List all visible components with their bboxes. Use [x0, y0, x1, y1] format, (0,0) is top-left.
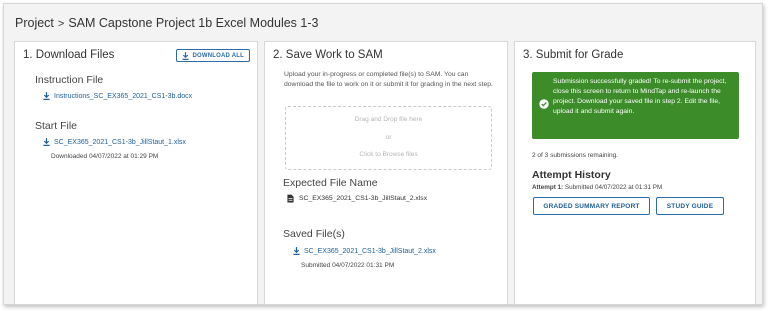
instruction-file-name: Instructions_SC_EX365_2021_CS1-3b.docx [54, 92, 193, 100]
dropzone-browse-text[interactable]: Click to Browse files [286, 151, 491, 158]
expected-file-label: Expected File Name [283, 177, 378, 189]
panel-title: 2. Save Work to SAM [273, 49, 383, 61]
dropzone-drag-text: Drag and Drop file here [354, 116, 423, 123]
submissions-remaining: 2 of 3 submissions remaining. [532, 152, 618, 159]
breadcrumb-current: SAM Capstone Project 1b Excel Modules 1-… [68, 16, 319, 30]
success-message: Submission successfully graded! To re-su… [553, 78, 727, 115]
download-all-button[interactable]: DOWNLOAD ALL [176, 49, 250, 62]
check-circle-icon [539, 99, 549, 109]
panel-title: 1. Download Files [23, 49, 115, 61]
graded-summary-report-button[interactable]: GRADED SUMMARY REPORT [533, 197, 650, 215]
file-dropzone[interactable]: Drag and Drop file here or Click to Brow… [285, 106, 492, 170]
start-file-downloaded: Downloaded 04/07/2022 at 01:29 PM [51, 153, 159, 160]
instruction-file-link[interactable]: Instructions_SC_EX365_2021_CS1-3b.docx [43, 92, 192, 100]
panel-title: 3. Submit for Grade [523, 49, 624, 61]
expected-file: SC_EX365_2021_CS1-3b_JillStaut_2.xlsx [287, 194, 427, 203]
download-icon [43, 92, 50, 100]
start-file-label: Start File [35, 120, 78, 132]
attempt-history-title: Attempt History [532, 169, 611, 181]
breadcrumb-root[interactable]: Project [15, 16, 54, 30]
breadcrumb-separator: > [57, 18, 65, 30]
download-icon [293, 247, 300, 255]
attempt-entry: Attempt 1: Submitted 04/07/2022 at 01:31… [532, 184, 662, 191]
upload-description: Upload your in-progress or completed fil… [284, 71, 493, 88]
dropzone-or-text: or [385, 134, 392, 141]
attempt-detail: Submitted 04/07/2022 at 01:31 PM [564, 184, 663, 191]
document-icon [287, 194, 294, 203]
saved-file-name: SC_EX365_2021_CS1-3b_JillStaut_2.xlsx [304, 247, 436, 255]
save-work-panel: 2. Save Work to SAM Upload your in-progr… [264, 41, 508, 305]
success-banner: Submission successfully graded! To re-su… [532, 72, 739, 139]
download-all-label: DOWNLOAD ALL [192, 52, 244, 59]
saved-file-link[interactable]: SC_EX365_2021_CS1-3b_JillStaut_2.xlsx [293, 247, 436, 255]
submit-grade-panel: 3. Submit for Grade Submission successfu… [514, 41, 756, 305]
download-icon [182, 51, 190, 60]
attempt-label: Attempt 1: [532, 184, 564, 191]
breadcrumb: Project > SAM Capstone Project 1b Excel Mo… [15, 16, 318, 30]
instruction-file-label: Instruction File [35, 74, 104, 86]
study-guide-button[interactable]: STUDY GUIDE [656, 197, 724, 215]
saved-file-submitted: Submitted 04/07/2022 01:31 PM [301, 262, 395, 269]
expected-file-name: SC_EX365_2021_CS1-3b_JillStaut_2.xlsx [299, 195, 428, 202]
start-file-link[interactable]: SC_EX365_2021_CS1-3b_JillStaut_1.xlsx [43, 138, 186, 146]
start-file-name: SC_EX365_2021_CS1-3b_JillStaut_1.xlsx [54, 138, 186, 146]
project-window: Project > SAM Capstone Project 1b Excel Mo… [3, 3, 763, 305]
download-files-panel: 1. Download Files DOWNLOAD ALL Instructi… [14, 41, 258, 305]
download-icon [43, 138, 50, 146]
saved-files-label: Saved File(s) [283, 228, 345, 240]
